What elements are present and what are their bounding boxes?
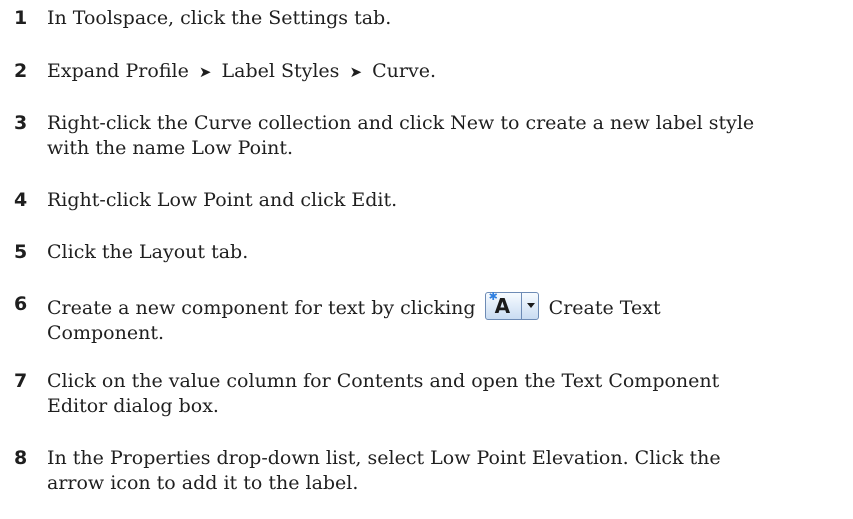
text-a-icon: A xyxy=(494,294,511,318)
step-number: 6 xyxy=(14,293,28,315)
step-5: 5 Click the Layout tab. xyxy=(14,240,834,265)
step-7: 7 Click on the value column for Contents… xyxy=(14,369,834,419)
step-3: 3 Right-click the Curve collection and c… xyxy=(14,111,834,161)
step-text: Click on the value column for Contents a… xyxy=(47,369,834,419)
step-text: Right-click the Curve collection and cli… xyxy=(47,111,834,161)
step-1: 1 In Toolspace, click the Settings tab. xyxy=(14,6,834,31)
path-curve: Curve. xyxy=(372,60,436,82)
step-text-after-icon: Create Text xyxy=(548,297,661,319)
dropdown-arrow-icon xyxy=(526,303,535,308)
step-number: 2 xyxy=(14,60,28,82)
step-text-line: In the Properties drop-down list, select… xyxy=(47,447,721,469)
step-number: 5 xyxy=(14,241,28,263)
step-text-line: Click on the value column for Contents a… xyxy=(47,370,720,392)
step-4: 4 Right-click Low Point and click Edit. xyxy=(14,188,834,213)
step-text-line: Component. xyxy=(47,322,164,344)
step-text-line: Editor dialog box. xyxy=(47,395,219,417)
step-text-before-icon: Create a new component for text by click… xyxy=(47,297,476,319)
breadcrumb-arrow-icon: ➤ xyxy=(349,63,363,81)
step-8: 8 In the Properties drop-down list, sele… xyxy=(14,446,834,496)
step-text: In Toolspace, click the Settings tab. xyxy=(47,7,392,29)
step-text-line: arrow icon to add it to the label. xyxy=(47,472,359,494)
step-text: Click the Layout tab. xyxy=(47,241,249,263)
step-text-line: with the name Low Point. xyxy=(47,137,294,159)
path-profile: Expand Profile xyxy=(47,60,189,82)
procedure-steps: 1 In Toolspace, click the Settings tab. … xyxy=(0,0,853,519)
create-text-component-icon: ✱ A xyxy=(484,291,539,320)
step-number: 4 xyxy=(14,189,28,211)
breadcrumb-arrow-icon: ➤ xyxy=(198,63,212,81)
step-number: 7 xyxy=(14,370,28,392)
step-text-line: Right-click the Curve collection and cli… xyxy=(47,112,755,134)
step-number: 8 xyxy=(14,447,28,469)
step-2: 2 Expand Profile ➤ Label Styles ➤ Curve. xyxy=(14,59,834,85)
step-6: 6 Create a new component for text by cli… xyxy=(14,291,834,346)
step-text: Right-click Low Point and click Edit. xyxy=(47,189,398,211)
path-label-styles: Label Styles xyxy=(221,60,340,82)
step-text: Create a new component for text by click… xyxy=(47,291,834,346)
step-number: 3 xyxy=(14,112,28,134)
step-text: Expand Profile ➤ Label Styles ➤ Curve. xyxy=(47,59,834,85)
step-text: In the Properties drop-down list, select… xyxy=(47,446,834,496)
step-number: 1 xyxy=(14,7,28,29)
